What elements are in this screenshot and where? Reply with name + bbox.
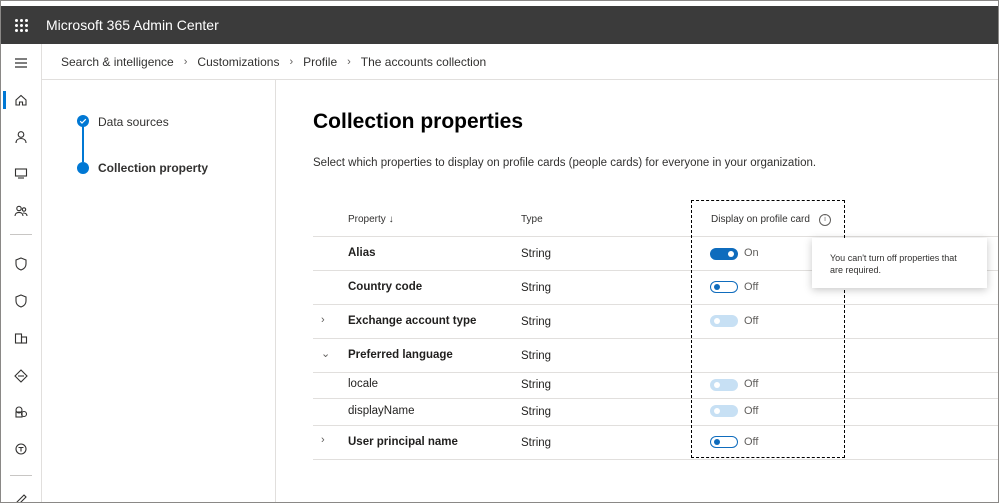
hamburger-menu-icon[interactable] [9, 51, 33, 75]
app-launcher-icon[interactable] [1, 6, 41, 44]
teams-icon[interactable] [9, 437, 33, 461]
edit-icon[interactable] [9, 488, 33, 502]
property-type: String [521, 379, 552, 391]
property-type: String [521, 437, 552, 449]
chevron-right-icon: › [347, 55, 351, 68]
top-bar: Microsoft 365 Admin Center [1, 6, 998, 44]
page-title: Collection properties [313, 110, 524, 133]
property-name: Country code [348, 281, 423, 293]
info-icon[interactable]: i [819, 214, 831, 226]
step-data-sources[interactable]: Data sources [98, 115, 169, 129]
step-collection-property[interactable]: Collection property [98, 161, 208, 175]
property-name: Alias [348, 247, 376, 259]
table-row: locale String Off [313, 373, 998, 399]
property-name: Preferred language [348, 349, 453, 361]
nav-divider [10, 475, 32, 476]
property-name: locale [348, 378, 379, 390]
property-type: String [521, 350, 552, 362]
property-name: User principal name [348, 436, 458, 448]
property-name: Exchange account type [348, 315, 477, 327]
wizard-steps: Data sources Collection property [42, 80, 276, 502]
nav-active-indicator [3, 91, 6, 109]
groups-icon[interactable] [9, 199, 33, 223]
user-icon[interactable] [9, 125, 33, 149]
breadcrumb: Search & intelligence › Customizations ›… [42, 44, 998, 80]
shield-icon[interactable] [9, 252, 33, 276]
exchange-icon[interactable] [9, 364, 33, 388]
main-content: Collection properties Select which prope… [276, 80, 998, 502]
property-type: String [521, 248, 552, 260]
property-name: displayName [348, 405, 415, 417]
sharepoint-icon[interactable] [9, 400, 33, 424]
table-header: Property ↓ Type Display on profile card [313, 203, 998, 237]
devices-icon[interactable] [9, 161, 33, 185]
nav-divider [10, 234, 32, 235]
chevron-right-icon[interactable]: › [321, 314, 325, 326]
column-header-type: Type [521, 214, 543, 225]
column-header-property[interactable]: Property ↓ [348, 214, 394, 225]
left-nav [1, 44, 42, 502]
current-step-icon [77, 162, 89, 174]
chevron-right-icon: › [183, 55, 188, 68]
chevron-down-icon[interactable]: ⌄ [321, 347, 330, 360]
step-connector [82, 126, 84, 162]
property-type: String [521, 406, 552, 418]
checkmark-icon [77, 115, 89, 127]
table-row: displayName String Off [313, 399, 998, 426]
table-row: › User principal name String Off [313, 426, 998, 460]
breadcrumb-item[interactable]: Search & intelligence [61, 55, 174, 69]
home-icon[interactable] [9, 88, 33, 112]
building-icon[interactable] [9, 326, 33, 350]
property-type: String [521, 282, 552, 294]
table-row: › Exchange account type String Off [313, 305, 998, 339]
property-type: String [521, 316, 552, 328]
breadcrumb-item[interactable]: Customizations [197, 55, 279, 69]
security-shield-icon[interactable] [9, 289, 33, 313]
chevron-right-icon[interactable]: › [321, 434, 325, 446]
table-row: ⌄ Preferred language String [313, 339, 998, 373]
breadcrumb-current: The accounts collection [360, 54, 487, 69]
app-title: Microsoft 365 Admin Center [46, 17, 219, 33]
breadcrumb-item[interactable]: Profile [303, 55, 337, 69]
tooltip: You can't turn off properties that are r… [812, 238, 987, 288]
page-description: Select which properties to display on pr… [313, 157, 817, 169]
chevron-right-icon: › [289, 55, 294, 68]
window: Microsoft 365 Admin Center Search & inte… [0, 0, 999, 503]
